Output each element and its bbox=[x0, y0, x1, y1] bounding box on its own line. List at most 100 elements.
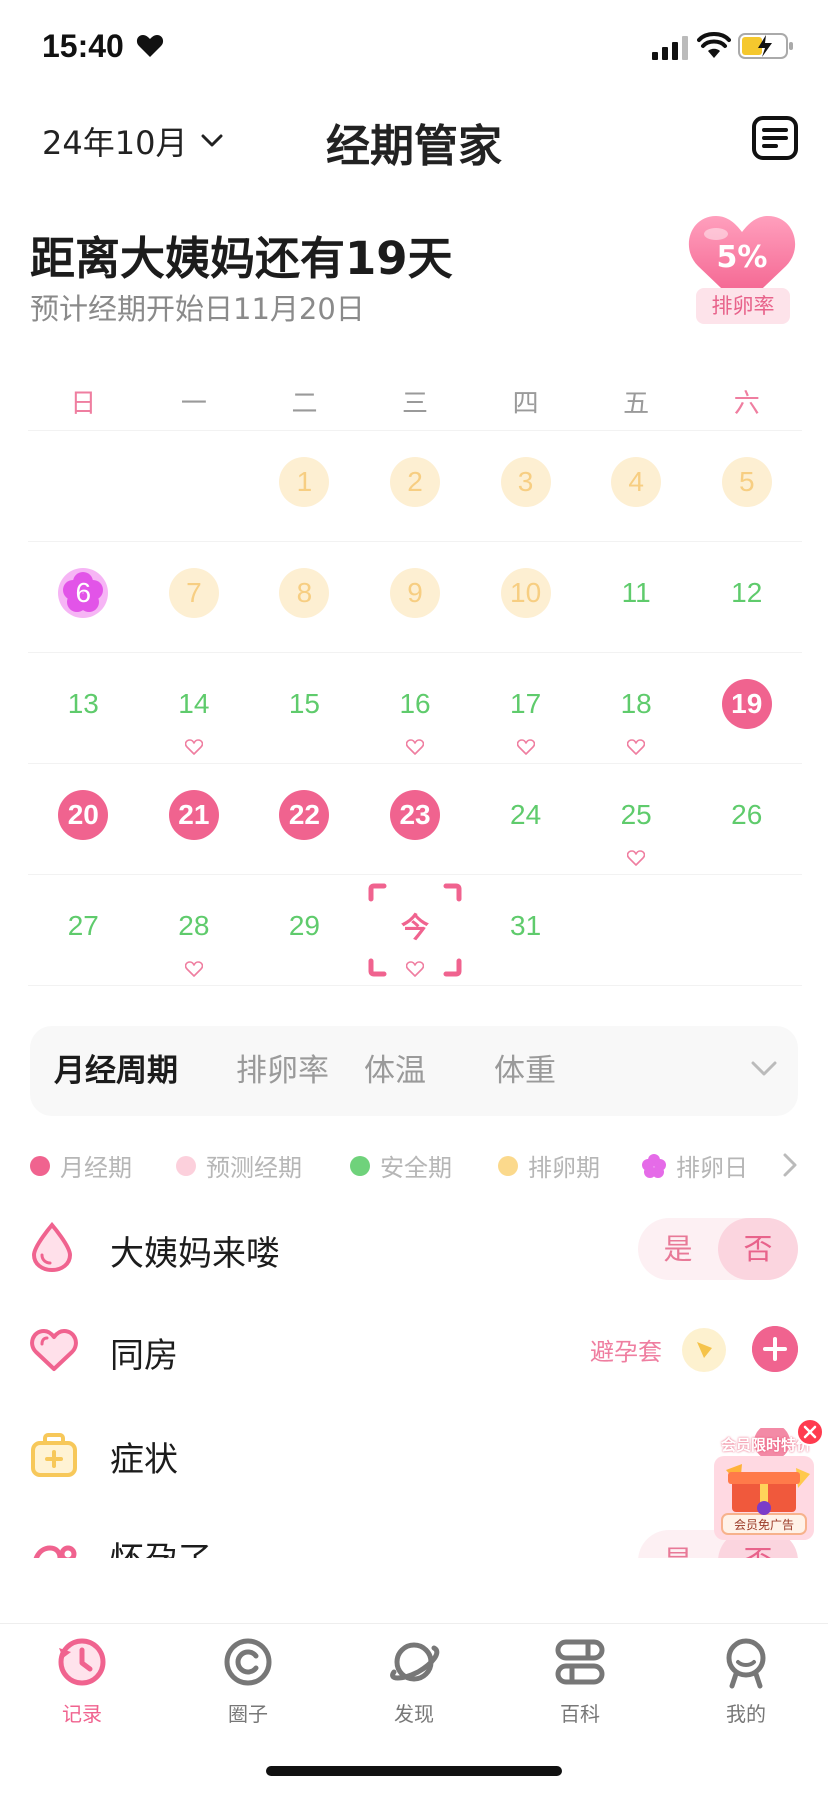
home-indicator bbox=[266, 1766, 562, 1776]
symptoms-label: 症状 bbox=[110, 1440, 178, 1480]
day-number: 22 bbox=[279, 790, 330, 840]
condom-icon[interactable] bbox=[682, 1328, 726, 1372]
nav-community[interactable]: 圈子 bbox=[188, 1634, 308, 1727]
calendar-day[interactable]: 11 bbox=[581, 542, 692, 652]
encyclopedia-icon bbox=[555, 1639, 605, 1685]
legend-item: 排卵日 bbox=[642, 1148, 748, 1183]
heart-icon bbox=[136, 35, 164, 57]
calendar-week-row: 6 7 8 9 10 11 12 bbox=[28, 541, 802, 652]
day-number: 今 bbox=[401, 912, 430, 943]
calendar-day[interactable]: 21 bbox=[139, 764, 250, 874]
day-number: 19 bbox=[721, 679, 772, 729]
calendar-day-today[interactable]: 今 bbox=[360, 875, 471, 985]
add-button[interactable] bbox=[752, 1326, 798, 1372]
intimacy-heart-icon bbox=[184, 961, 203, 977]
circle-community-icon bbox=[224, 1638, 272, 1686]
calendar-day[interactable]: 10 bbox=[470, 542, 581, 652]
period-yes-no-toggle: 是 否 bbox=[638, 1218, 798, 1280]
calendar-day[interactable]: 6 bbox=[28, 542, 139, 652]
chevron-right-icon[interactable] bbox=[782, 1152, 798, 1178]
day-number: 13 bbox=[67, 688, 99, 719]
calendar-day[interactable]: 18 bbox=[581, 653, 692, 763]
calendar-day[interactable]: 1 bbox=[249, 431, 360, 541]
day-number: 26 bbox=[731, 799, 763, 830]
day-number: 8 bbox=[279, 568, 330, 618]
calendar-day[interactable]: 14 bbox=[139, 653, 250, 763]
calendar-week-row: 13 14 15 16 17 18 19 bbox=[28, 652, 802, 763]
pregnancy-row: 怀孕了 是 否 bbox=[0, 1520, 828, 1558]
calendar-day[interactable]: 29 bbox=[249, 875, 360, 985]
day-number: 14 bbox=[178, 688, 210, 719]
calendar-day[interactable]: 8 bbox=[249, 542, 360, 652]
condom-glyph-icon bbox=[697, 1342, 712, 1358]
calendar-day[interactable]: 15 bbox=[249, 653, 360, 763]
chevron-down-icon[interactable] bbox=[750, 1060, 778, 1078]
close-icon[interactable] bbox=[796, 1418, 824, 1446]
legend-item: 月经期 bbox=[30, 1148, 132, 1183]
tab-ovulation-rate[interactable]: 排卵率 bbox=[236, 1026, 329, 1116]
calendar-week-row: 20 21 22 23 24 25 26 bbox=[28, 763, 802, 874]
condom-label[interactable]: 避孕套 bbox=[590, 1332, 662, 1367]
calendar-day[interactable]: 16 bbox=[360, 653, 471, 763]
no-button[interactable]: 否 bbox=[718, 1218, 798, 1280]
legend-dot bbox=[30, 1155, 50, 1176]
water-drop-icon bbox=[31, 1222, 73, 1272]
calendar-day[interactable]: 24 bbox=[470, 764, 581, 874]
weekday-label: 二 bbox=[291, 389, 318, 419]
legend-item: 安全期 bbox=[350, 1148, 452, 1183]
day-number: 10 bbox=[500, 568, 551, 618]
notes-list-icon[interactable] bbox=[752, 116, 798, 160]
month-picker[interactable]: 24年10月 bbox=[42, 118, 223, 164]
yes-button[interactable]: 是 bbox=[638, 1530, 718, 1558]
weekday-label: 三 bbox=[402, 389, 429, 419]
tab-menstrual-cycle[interactable]: 月经周期 bbox=[54, 1026, 178, 1116]
tab-weight[interactable]: 体重 bbox=[494, 1026, 556, 1116]
calendar-day[interactable]: 20 bbox=[28, 764, 139, 874]
calendar-day[interactable]: 3 bbox=[470, 431, 581, 541]
calendar-day[interactable]: 19 bbox=[691, 653, 802, 763]
calendar-grid: 1 2 3 4 5 6 7 8 9 10 11 12 13 14 15 16 17 18 19 20 21 22 23 24 2… bbox=[28, 430, 802, 986]
calendar-day[interactable]: 22 bbox=[249, 764, 360, 874]
calendar-day[interactable]: 12 bbox=[691, 542, 802, 652]
nav-discover[interactable]: 发现 bbox=[354, 1634, 474, 1727]
tab-temperature[interactable]: 体温 bbox=[364, 1026, 426, 1116]
day-number: 3 bbox=[500, 457, 551, 507]
nav-label: 我的 bbox=[726, 1702, 766, 1726]
ovulation-percent: 5% bbox=[716, 240, 768, 275]
calendar-day[interactable]: 25 bbox=[581, 764, 692, 874]
weekday-label: 五 bbox=[623, 389, 650, 419]
first-aid-kit-icon bbox=[31, 1433, 77, 1477]
calendar-day[interactable]: 7 bbox=[139, 542, 250, 652]
intimacy-heart-icon bbox=[627, 850, 646, 866]
nav-profile[interactable]: 我的 bbox=[686, 1634, 806, 1727]
cellular-signal-icon bbox=[652, 36, 688, 60]
day-number: 11 bbox=[621, 577, 651, 608]
yes-button[interactable]: 是 bbox=[638, 1218, 718, 1280]
calendar-day[interactable]: 5 bbox=[691, 431, 802, 541]
day-number: 4 bbox=[611, 457, 662, 507]
day-number: 20 bbox=[58, 790, 109, 840]
calendar-day[interactable]: 4 bbox=[581, 431, 692, 541]
planet-discover-icon bbox=[390, 1642, 440, 1682]
calendar-day[interactable]: 27 bbox=[28, 875, 139, 985]
calendar-day[interactable]: 2 bbox=[360, 431, 471, 541]
day-number: 17 bbox=[510, 688, 542, 719]
nav-record[interactable]: 记录 bbox=[22, 1634, 142, 1727]
day-number: 12 bbox=[731, 577, 763, 608]
nav-label: 发现 bbox=[394, 1702, 434, 1726]
day-number: 23 bbox=[390, 790, 441, 840]
nav-label: 记录 bbox=[62, 1702, 102, 1726]
calendar-day[interactable]: 23 bbox=[360, 764, 471, 874]
calendar-day[interactable]: 17 bbox=[470, 653, 581, 763]
calendar-day[interactable]: 28 bbox=[139, 875, 250, 985]
weekday-label: 四 bbox=[512, 389, 539, 419]
calendar-day[interactable]: 31 bbox=[470, 875, 581, 985]
day-number: 24 bbox=[510, 799, 542, 830]
calendar-day[interactable]: 9 bbox=[360, 542, 471, 652]
nav-encyclopedia[interactable]: 百科 bbox=[520, 1634, 640, 1727]
day-number: 6 bbox=[58, 568, 109, 618]
calendar-day[interactable]: 26 bbox=[691, 764, 802, 874]
calendar-day[interactable]: 13 bbox=[28, 653, 139, 763]
day-number: 31 bbox=[510, 910, 542, 941]
status-time: 15:40 bbox=[42, 28, 124, 64]
